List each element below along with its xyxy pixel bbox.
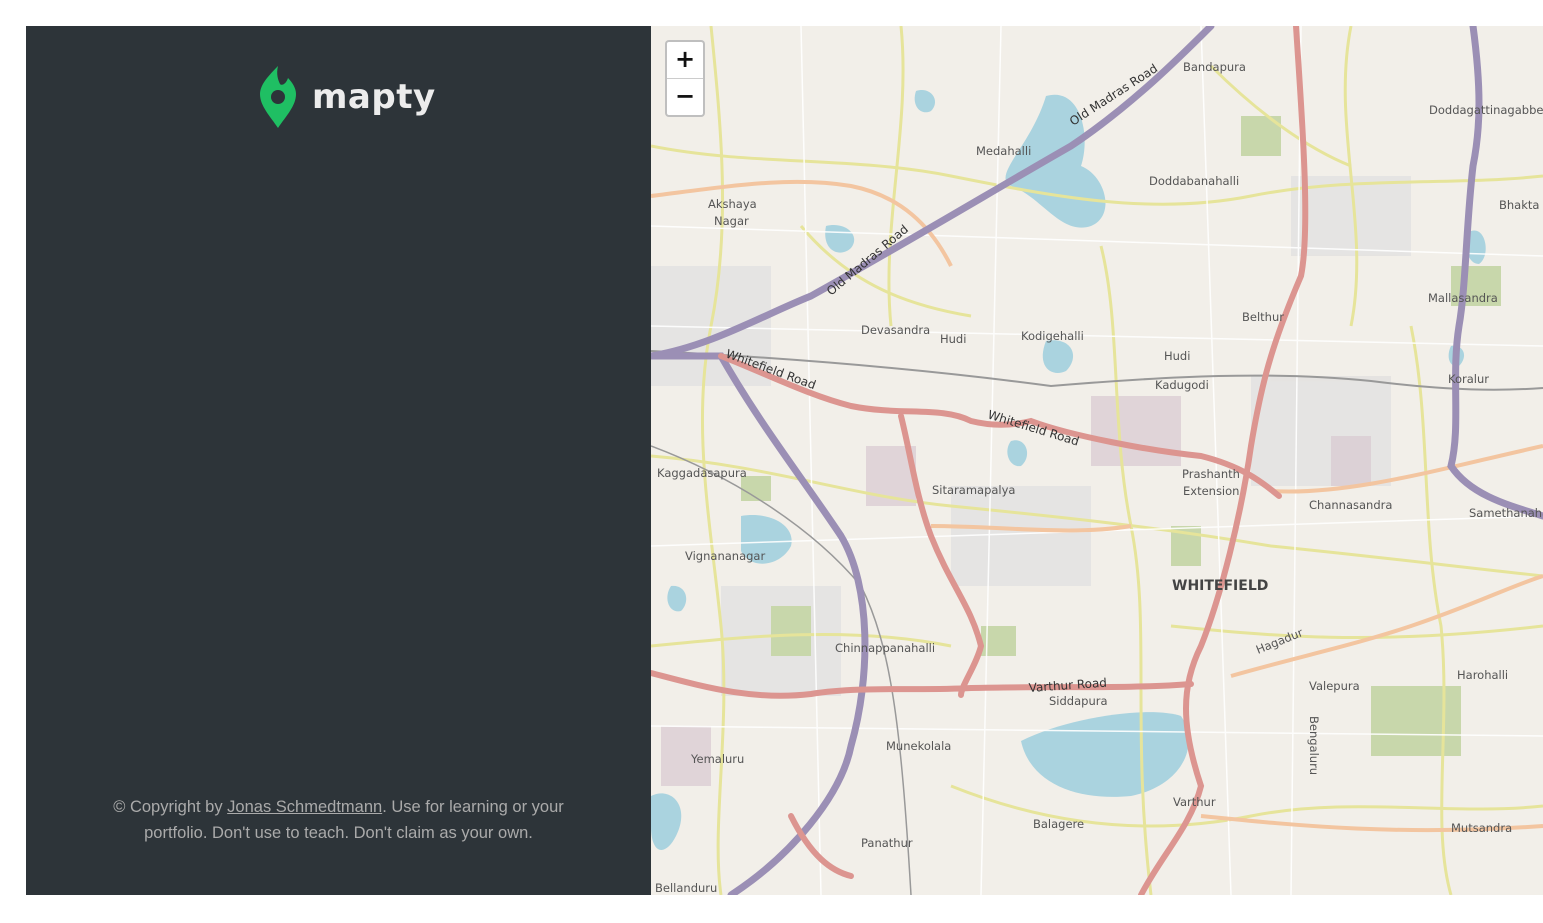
place-label: Bhakta — [1499, 198, 1539, 212]
zoom-out-button[interactable]: − — [667, 79, 703, 115]
place-label: Harohalli — [1457, 668, 1508, 682]
copyright-prefix: © Copyright by — [113, 798, 228, 816]
map-tiles[interactable]: Bandapura Doddagattinagabbe Medahalli Do… — [651, 26, 1543, 895]
place-label: Samethanahalli — [1469, 506, 1543, 520]
place-label: Belthur — [1242, 310, 1284, 324]
place-label: Balagere — [1033, 817, 1084, 831]
place-label: WHITEFIELD — [1172, 578, 1268, 594]
zoom-control: + − — [665, 40, 705, 117]
author-link[interactable]: Jonas Schmedtmann — [227, 798, 382, 816]
place-label: Hudi — [1164, 349, 1190, 363]
copyright-text: © Copyright by Jonas Schmedtmann. Use fo… — [26, 794, 651, 846]
app-container: mapty © Copyright by Jonas Schmedtmann. … — [26, 26, 1543, 895]
place-label: Chinnappanahalli — [835, 641, 935, 655]
logo: mapty — [258, 64, 436, 130]
zoom-in-button[interactable]: + — [667, 42, 703, 79]
place-label: Varthur — [1173, 795, 1216, 809]
place-label: Kodigehalli — [1021, 329, 1084, 343]
place-label: Siddapura — [1049, 694, 1108, 708]
map-pin-icon — [260, 66, 296, 128]
place-label: Doddabanahalli — [1149, 174, 1239, 188]
place-label: Channasandra — [1309, 498, 1392, 512]
place-label: Akshaya — [708, 197, 757, 211]
place-label: Kaggadasapura — [657, 466, 747, 480]
place-label: Devasandra — [861, 323, 930, 337]
place-label: Sitaramapalya — [932, 483, 1015, 497]
place-label: Prashanth — [1182, 467, 1240, 481]
place-label: Panathur — [861, 836, 913, 850]
place-label: Medahalli — [976, 144, 1031, 158]
place-label: Kadugodi — [1155, 378, 1209, 392]
map[interactable]: Bandapura Doddagattinagabbe Medahalli Do… — [651, 26, 1543, 895]
place-label: Valepura — [1309, 679, 1360, 693]
place-label: Mallasandra — [1428, 291, 1498, 305]
place-label: Extension — [1183, 484, 1239, 498]
place-label: Koralur — [1448, 372, 1489, 386]
place-label: Yemaluru — [690, 752, 744, 766]
place-label: Nagar — [714, 214, 749, 228]
place-label: Bandapura — [1183, 60, 1246, 74]
place-label: Bengaluru — [1307, 716, 1321, 775]
place-label: Vignananagar — [685, 549, 765, 563]
sidebar: mapty © Copyright by Jonas Schmedtmann. … — [26, 26, 651, 895]
place-label: Mutsandra — [1451, 821, 1512, 835]
place-label: Hudi — [940, 332, 966, 346]
brand-name: mapty — [312, 77, 436, 117]
place-label: Munekolala — [886, 739, 951, 753]
place-label: Doddagattinagabbe — [1429, 103, 1543, 117]
place-label: Bellanduru — [655, 881, 717, 895]
